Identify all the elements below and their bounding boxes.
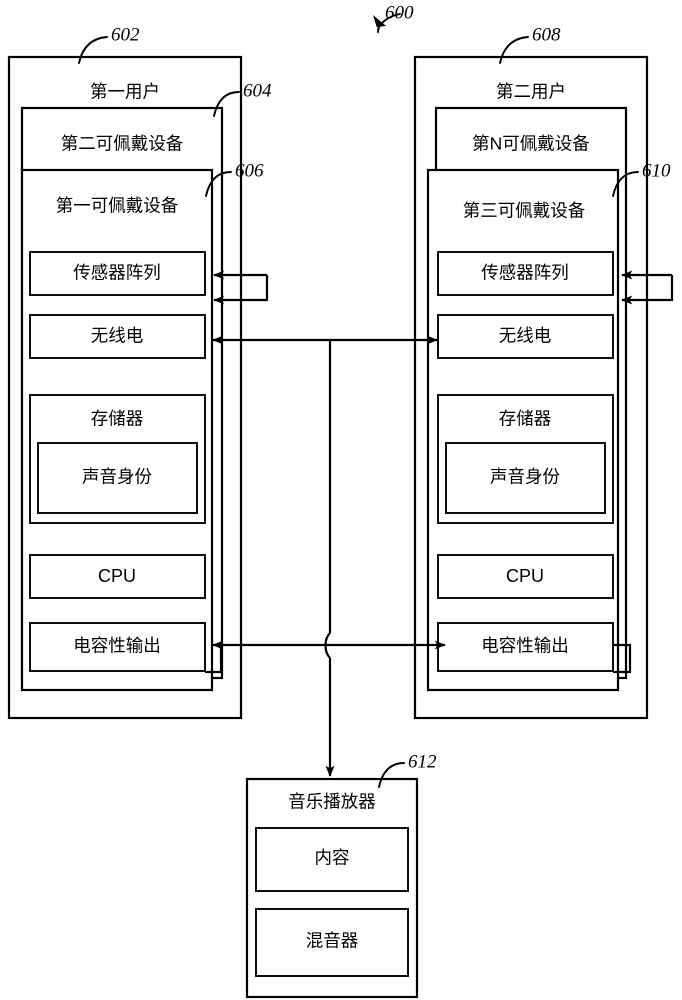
left-memory-label: 存储器	[91, 409, 144, 429]
ref-606: 606	[235, 160, 264, 181]
third-wearable-label: 第三可佩戴设备	[463, 201, 586, 221]
ref-608: 608	[532, 24, 561, 45]
ref-604: 604	[243, 80, 272, 101]
nth-wearable-label: 第N可佩戴设备	[472, 134, 590, 154]
radio-link-connector	[212, 335, 438, 633]
ref-600: 600	[385, 2, 414, 23]
first-user-label: 第一用户	[90, 82, 160, 102]
music-player-feed-connector	[324, 632, 335, 777]
mixer-label: 混音器	[306, 931, 359, 951]
left-capacitive-output-label: 电容性输出	[73, 636, 161, 656]
right-sensor-array-label: 传感器阵列	[481, 263, 569, 283]
right-radio-label: 无线电	[499, 326, 552, 346]
left-sensor-array-label: 传感器阵列	[73, 263, 161, 283]
left-radio-label: 无线电	[91, 326, 144, 346]
right-capacitive-output-label: 电容性输出	[481, 636, 569, 656]
second-user-label: 第二用户	[496, 82, 566, 102]
ref-610: 610	[642, 160, 671, 181]
ref-602: 602	[111, 24, 140, 45]
patent-figure-600: 第一用户 第二可佩戴设备 第一可佩戴设备 传感器阵列 无线电 存储器 声音身份 …	[0, 0, 682, 1000]
left-cpu-label: CPU	[98, 566, 136, 586]
first-wearable-label: 第一可佩戴设备	[56, 196, 179, 216]
second-wearable-label: 第二可佩戴设备	[61, 134, 184, 154]
right-memory-label: 存储器	[499, 409, 552, 429]
music-player-label: 音乐播放器	[288, 792, 376, 812]
right-voice-identity-label: 声音身份	[490, 467, 560, 487]
left-voice-identity-label: 声音身份	[82, 467, 152, 487]
ref-612: 612	[408, 751, 437, 772]
content-label: 内容	[315, 848, 350, 868]
figure-canvas: 第一用户 第二可佩戴设备 第一可佩戴设备 传感器阵列 无线电 存储器 声音身份 …	[7, 2, 674, 999]
right-cpu-label: CPU	[506, 566, 544, 586]
